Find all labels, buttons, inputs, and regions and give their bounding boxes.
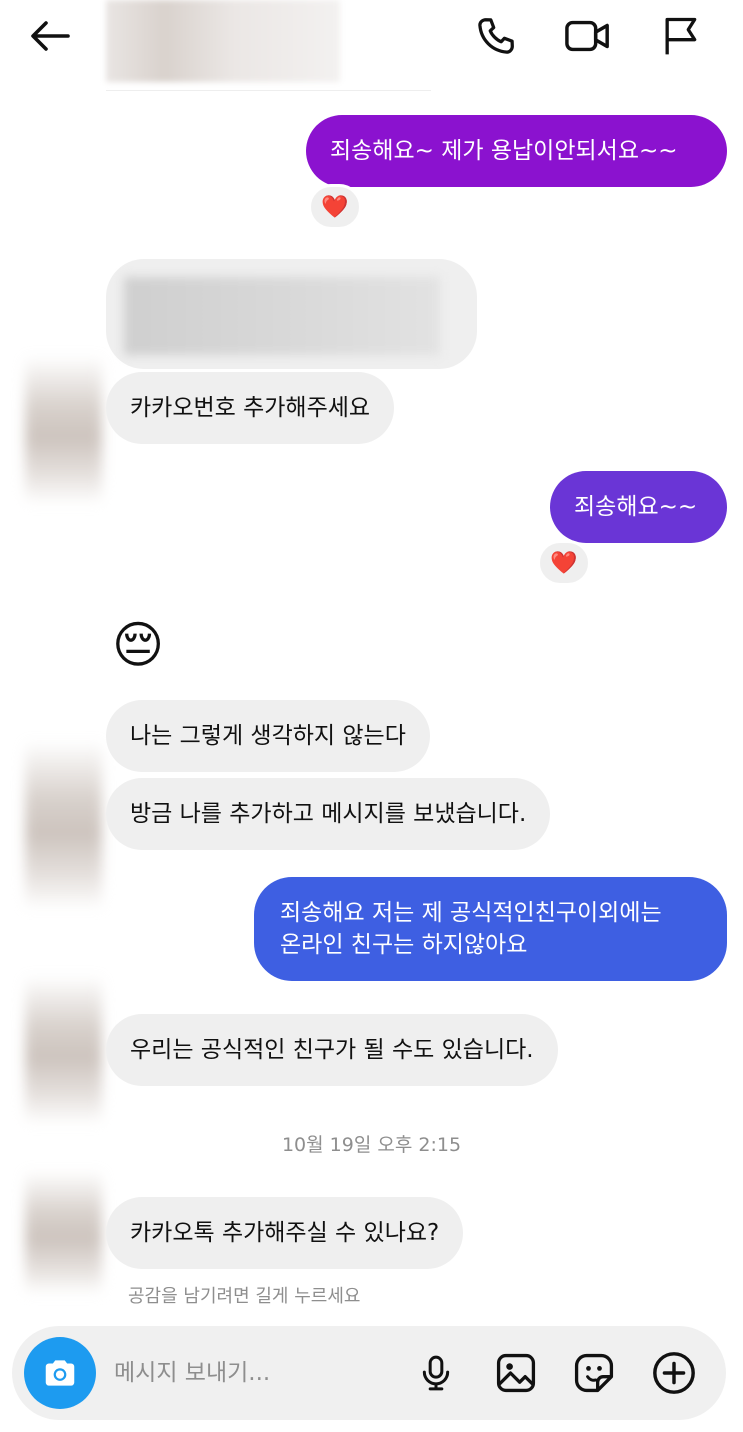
- flag-icon[interactable]: [654, 10, 706, 62]
- heart-reaction[interactable]: ❤️: [308, 184, 362, 230]
- sticker-icon[interactable]: [568, 1347, 620, 1399]
- avatar[interactable]: [25, 740, 102, 910]
- avatar[interactable]: [25, 975, 102, 1125]
- incoming-message[interactable]: 카카오번호 추가해주세요: [106, 372, 395, 444]
- arrow-left-icon[interactable]: [24, 10, 76, 62]
- reaction-hint: 공감을 남기려면 길게 누르세요: [128, 1286, 361, 1307]
- heart-reaction[interactable]: ❤️: [537, 540, 591, 586]
- incoming-message[interactable]: 카카오톡 추가해주실 수 있나요?: [106, 1197, 464, 1269]
- blurred-content: [124, 277, 440, 355]
- outgoing-message[interactable]: 죄송해요~ 제가 용납이안되서요~~: [306, 115, 727, 187]
- incoming-message[interactable]: 우리는 공식적인 친구가 될 수도 있습니다.: [106, 1014, 558, 1086]
- chat-header: [0, 0, 743, 92]
- video-camera-icon[interactable]: [562, 10, 614, 62]
- contact-name-blurred[interactable]: [106, 0, 340, 82]
- avatar[interactable]: [25, 1170, 102, 1295]
- message-input[interactable]: [114, 1354, 404, 1392]
- outgoing-message[interactable]: 죄송해요 저는 제 공식적인친구이외에는 온라인 친구는 하지않아요: [254, 877, 727, 981]
- blurred-message[interactable]: [106, 259, 477, 369]
- emoji-message[interactable]: 😔: [112, 612, 164, 678]
- camera-button[interactable]: [24, 1337, 96, 1409]
- avatar[interactable]: [25, 355, 102, 505]
- timestamp: 10월 19일 오후 2:15: [281, 1134, 462, 1156]
- heart-icon: ❤️: [550, 550, 578, 576]
- message-line: 죄송해요 저는 제 공식적인친구이외에는: [280, 900, 662, 926]
- camera-icon: [45, 1360, 75, 1386]
- phone-icon[interactable]: [470, 10, 522, 62]
- image-icon[interactable]: [490, 1347, 542, 1399]
- message-line: 온라인 친구는 하지않아요: [280, 932, 528, 958]
- microphone-icon[interactable]: [410, 1347, 462, 1399]
- incoming-message[interactable]: 방금 나를 추가하고 메시지를 보냈습니다.: [106, 778, 551, 850]
- message-composer: [12, 1326, 726, 1420]
- header-divider: [106, 90, 431, 91]
- outgoing-message[interactable]: 죄송해요~~: [550, 471, 727, 543]
- plus-icon[interactable]: [648, 1347, 700, 1399]
- incoming-message[interactable]: 나는 그렇게 생각하지 않는다: [106, 700, 430, 772]
- heart-icon: ❤️: [321, 194, 349, 220]
